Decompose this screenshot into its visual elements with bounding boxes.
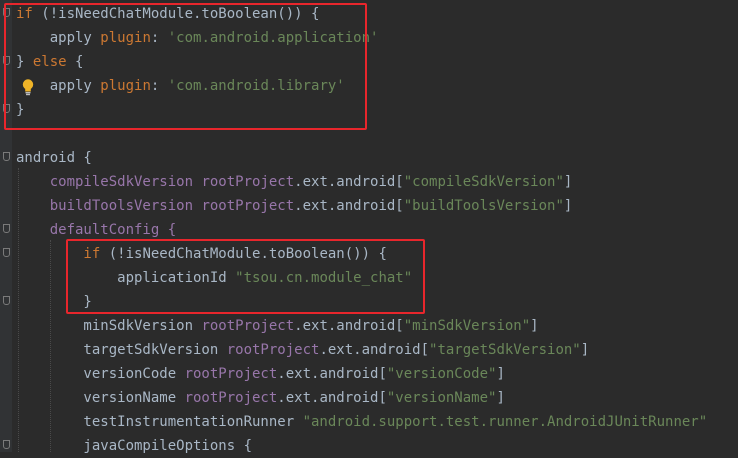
code-line[interactable]: targetSdkVersion rootProject.ext.android… <box>16 338 589 362</box>
code-token: defaultConfig { <box>16 222 177 238</box>
code-token: minSdkVersion <box>16 318 202 334</box>
fold-marker-icon[interactable] <box>3 224 10 233</box>
fold-marker-icon[interactable] <box>3 152 10 161</box>
code-token: rootProject <box>184 390 278 406</box>
code-token: .ext.android[ <box>319 342 430 358</box>
code-token: ] <box>580 342 590 358</box>
code-token: "buildToolsVersion" <box>403 198 564 214</box>
code-token: ] <box>496 366 505 382</box>
fold-marker-icon[interactable] <box>3 440 10 449</box>
code-token: "versionName" <box>386 390 497 406</box>
code-token: ] <box>563 174 573 190</box>
code-token: compileSdkVersion <box>16 174 202 190</box>
code-token: versionName <box>16 390 185 406</box>
code-token: ] <box>496 390 505 406</box>
code-token: rootProject <box>201 174 295 190</box>
code-line[interactable]: minSdkVersion rootProject.ext.android["m… <box>16 314 539 338</box>
code-token: .ext.android[ <box>294 198 404 214</box>
code-token: "versionCode" <box>386 366 497 382</box>
highlight-box-applicationid-block <box>66 239 425 314</box>
code-token: "android.support.test.runner.AndroidJUni… <box>302 414 708 430</box>
code-line[interactable]: javaCompileOptions { <box>16 434 252 458</box>
code-token: ] <box>530 318 539 334</box>
code-token: .ext.android[ <box>294 174 404 190</box>
code-line[interactable]: buildToolsVersion rootProject.ext.androi… <box>16 194 573 218</box>
code-line[interactable]: versionName rootProject.ext.android["ver… <box>16 386 505 410</box>
highlight-box-plugin-block <box>4 3 367 130</box>
code-line[interactable]: testInstrumentationRunner "android.suppo… <box>16 410 707 434</box>
code-token: "compileSdkVersion" <box>403 174 564 190</box>
code-token: versionCode <box>16 366 185 382</box>
code-token: android { <box>16 150 92 166</box>
code-line[interactable]: versionCode rootProject.ext.android["ver… <box>16 362 505 386</box>
code-token: rootProject <box>201 318 295 334</box>
fold-marker-icon[interactable] <box>3 296 10 305</box>
code-token: "targetSdkVersion" <box>429 342 581 358</box>
code-line[interactable]: android { <box>16 146 92 170</box>
code-token: "minSdkVersion" <box>403 318 531 334</box>
code-token: rootProject <box>201 198 295 214</box>
code-token: rootProject <box>226 342 320 358</box>
code-token: .ext.android[ <box>277 366 387 382</box>
code-line[interactable]: compileSdkVersion rootProject.ext.androi… <box>16 170 573 194</box>
code-token: testInstrumentationRunner <box>16 414 303 430</box>
code-token: .ext.android[ <box>277 390 387 406</box>
code-token: rootProject <box>184 366 278 382</box>
code-token: ] <box>563 198 573 214</box>
code-token: targetSdkVersion <box>16 342 227 358</box>
fold-marker-icon[interactable] <box>3 248 10 257</box>
code-token: .ext.android[ <box>294 318 404 334</box>
code-token: buildToolsVersion <box>16 198 202 214</box>
